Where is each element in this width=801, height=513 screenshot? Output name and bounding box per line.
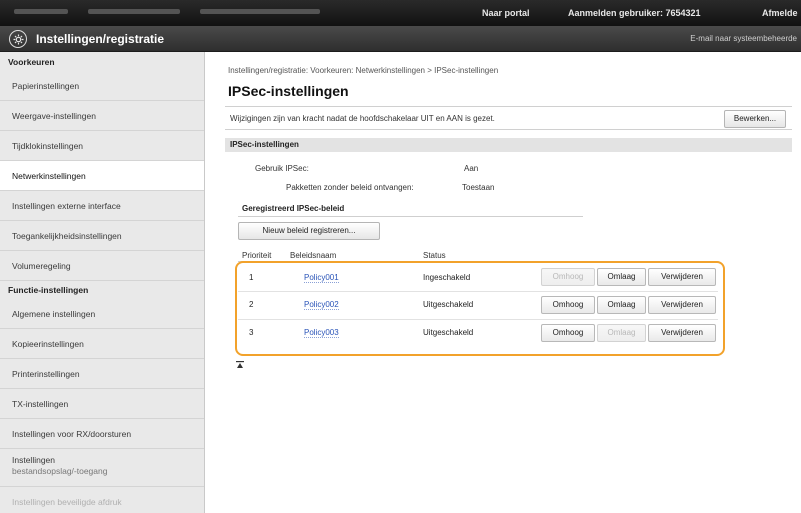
sidebar-item-copy[interactable]: Kopieerinstellingen [0, 329, 204, 359]
sidebar-section-function: Functie-instellingen [8, 285, 89, 295]
use-ipsec-label: Gebruik IPSec: [255, 164, 309, 173]
sidebar-item-secure-print[interactable]: Instellingen beveiligde afdruk [0, 487, 204, 513]
logged-in-user: Aanmelden gebruiker: 7654321 [568, 8, 701, 18]
sidebar-item-external-interface[interactable]: Instellingen externe interface [0, 191, 204, 221]
arrow-to-top-icon[interactable] [236, 361, 244, 369]
sidebar-item-display[interactable]: Weergave-instellingen [0, 101, 204, 131]
settings-gear-icon [9, 30, 27, 48]
header-bar: Instellingen/registratie E-mail naar sys… [0, 26, 801, 52]
sidebar-item-timer[interactable]: Tijdklokinstellingen [0, 131, 204, 161]
column-status: Status [423, 251, 446, 260]
mail-admin-link[interactable]: E-mail naar systeembeheerde [690, 34, 797, 43]
sidebar-item-rx-forward[interactable]: Instellingen voor RX/doorsturen [0, 419, 204, 449]
ipsec-settings-header: IPSec-instellingen [225, 138, 792, 152]
app-title: Instellingen/registratie [36, 32, 165, 46]
registered-policies-title: Geregistreerd IPSec-beleid [242, 204, 345, 213]
sidebar-item-accessibility[interactable]: Toegankelijkheidsinstellingen [0, 221, 204, 251]
packets-label: Pakketten zonder beleid ontvangen: [286, 183, 414, 192]
sidebar-item-label: Instellingen [12, 455, 56, 465]
sidebar-item-paper[interactable]: Papierinstellingen [0, 71, 204, 101]
portal-link[interactable]: Naar portal [482, 8, 530, 18]
blurred-text [88, 9, 180, 14]
packets-value: Toestaan [462, 183, 495, 192]
sidebar-item-label: bestandsopslag/-toegang [12, 466, 108, 476]
sidebar-section-preferences: Voorkeuren [8, 57, 55, 67]
sidebar-item-volume[interactable]: Volumeregeling [0, 251, 204, 281]
blurred-text [14, 9, 68, 14]
sidebar-item-file-storage[interactable]: Instellingen bestandsopslag/-toegang [0, 449, 204, 487]
restart-notice: Wijzigingen zijn van kracht nadat de hoo… [230, 114, 495, 123]
sidebar-item-tx[interactable]: TX-instellingen [0, 389, 204, 419]
breadcrumb: Instellingen/registratie: Voorkeuren: Ne… [228, 66, 499, 75]
sidebar: Voorkeuren Papierinstellingen Weergave-i… [0, 52, 205, 513]
sidebar-item-common[interactable]: Algemene instellingen [0, 299, 204, 329]
sidebar-item-network[interactable]: Netwerkinstellingen [0, 161, 204, 191]
column-priority: Prioriteit [242, 251, 272, 260]
page-title: IPSec-instellingen [228, 83, 349, 99]
top-bar: Naar portal Aanmelden gebruiker: 7654321… [0, 0, 801, 26]
divider [238, 216, 583, 217]
policy-table-highlight [235, 261, 725, 356]
column-policy-name: Beleidsnaam [290, 251, 337, 260]
info-bar: Wijzigingen zijn van kracht nadat de hoo… [225, 106, 792, 130]
logout-link[interactable]: Afmelde [762, 8, 798, 18]
blurred-text [200, 9, 320, 14]
register-policy-button[interactable]: Nieuw beleid registreren... [238, 222, 380, 240]
use-ipsec-value: Aan [464, 164, 479, 173]
sidebar-item-printer[interactable]: Printerinstellingen [0, 359, 204, 389]
edit-button[interactable]: Bewerken... [724, 110, 786, 128]
